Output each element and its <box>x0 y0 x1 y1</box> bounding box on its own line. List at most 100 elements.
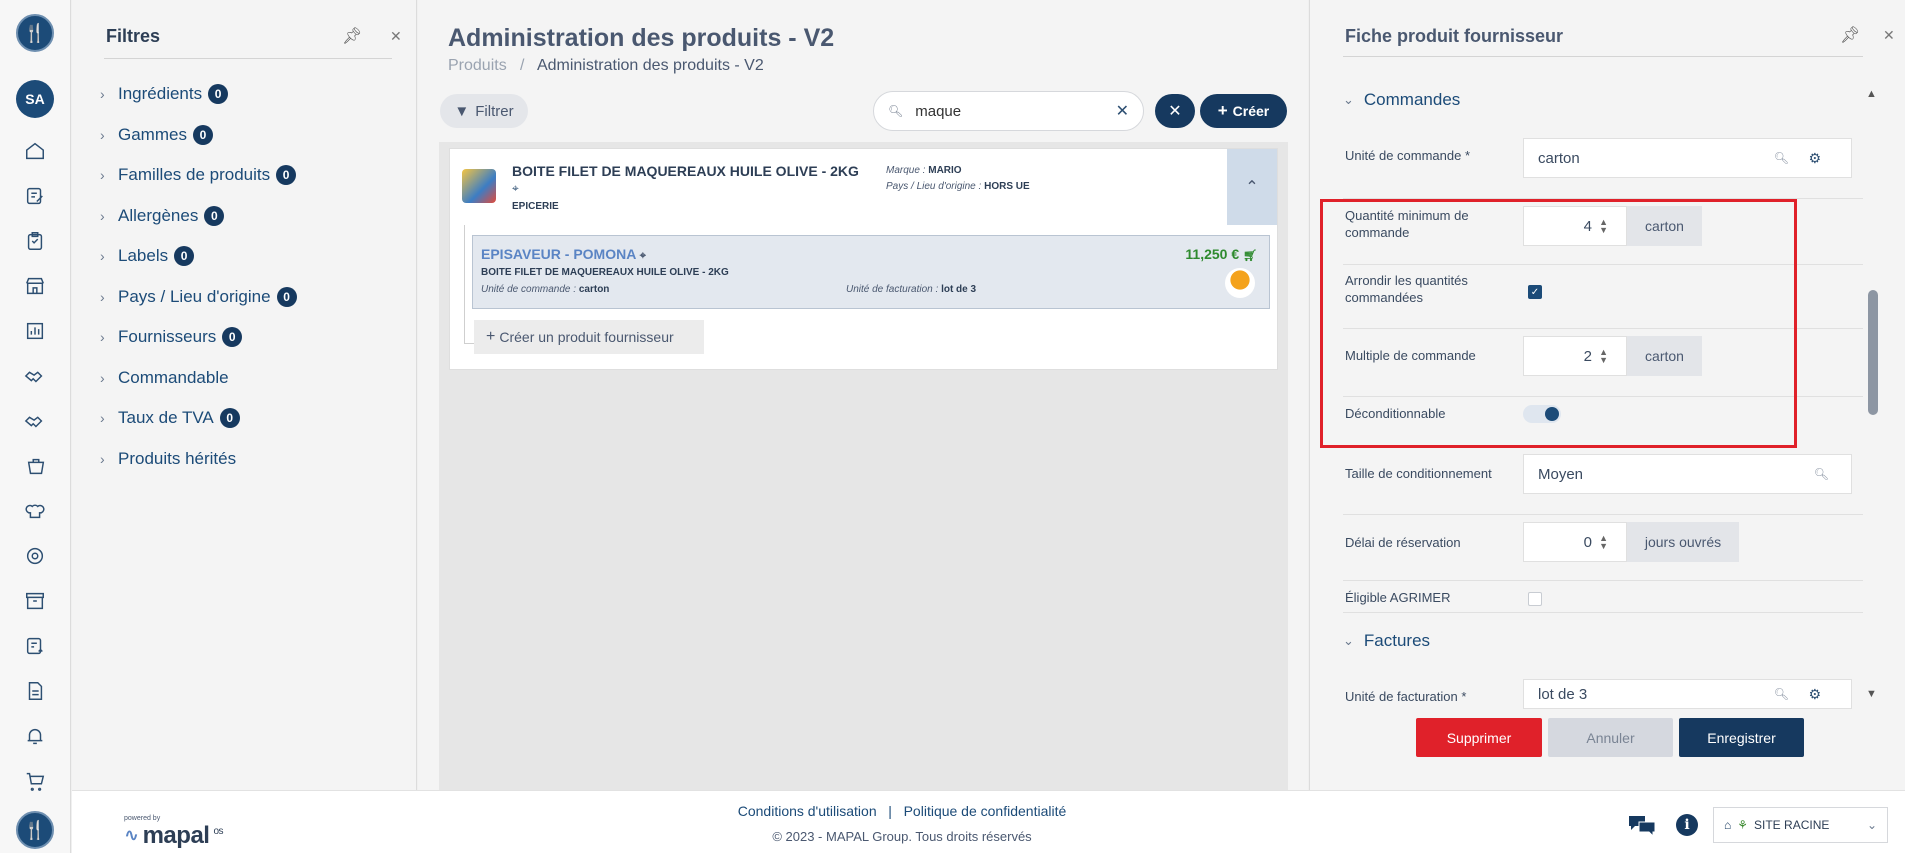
close-icon[interactable]: ✕ <box>1883 27 1895 44</box>
icon-rail: 🍴 SA 🍴 <box>0 0 71 853</box>
order-unit-label: Unité de commande * <box>1345 148 1471 163</box>
filter-item[interactable]: › Taux de TVA 0 <box>100 408 240 428</box>
filter-item[interactable]: › Produits hérités <box>100 449 236 469</box>
reservation-input[interactable]: 0 ▲ ▼ <box>1523 522 1627 562</box>
report-icon[interactable] <box>23 319 47 343</box>
gear-icon[interactable]: ⚙ <box>1808 686 1821 703</box>
location-pin-icon: ⌖ <box>512 181 519 195</box>
stepper-icon[interactable]: ▲ ▼ <box>1599 534 1608 551</box>
home-icon[interactable] <box>23 139 47 163</box>
section-orders[interactable]: ⌄ Commandes <box>1343 90 1460 110</box>
cart-icon[interactable] <box>23 769 47 793</box>
origin-value: HORS UE <box>984 181 1030 192</box>
product-card[interactable]: BOITE FILET DE MAQUEREAUX HUILE OLIVE - … <box>449 148 1278 370</box>
tree-connector-branch <box>464 343 474 344</box>
create-supplier-product-button[interactable]: + Créer un produit fournisseur <box>474 320 704 354</box>
chevron-down-icon: ⌄ <box>1343 92 1354 107</box>
user-avatar[interactable]: SA <box>16 80 54 118</box>
pin-icon[interactable]: 📌︎ <box>342 26 362 46</box>
billing-unit-input[interactable]: lot de 3 🔍︎ ⚙ <box>1523 679 1852 709</box>
filter-item-label: Produits hérités <box>118 448 237 468</box>
chevron-right-icon: › <box>100 248 105 264</box>
supplier-product-name: BOITE FILET DE MAQUEREAUX HUILE OLIVE - … <box>481 267 729 278</box>
gear-icon[interactable]: ⚙ <box>1808 150 1821 167</box>
brand-label: Marque : <box>886 165 926 176</box>
search-icon[interactable]: 🔍︎ <box>1774 687 1789 701</box>
product-name: BOITE FILET DE MAQUEREAUX HUILE OLIVE - … <box>512 163 859 179</box>
supplier-product-panel: Fiche produit fournisseur 📌︎ ✕ ⌄ Command… <box>1309 0 1905 790</box>
chevron-right-icon: › <box>100 410 105 426</box>
footer: powered by ∿ mapal os Conditions d'utilis… <box>72 790 1905 853</box>
pin-icon[interactable]: 📌︎ <box>1840 25 1860 45</box>
chat-icon[interactable] <box>1627 813 1657 837</box>
search-input[interactable] <box>915 102 1096 120</box>
search-icon: 🔍︎ <box>888 104 904 118</box>
cancel-button[interactable]: Annuler <box>1548 718 1673 757</box>
filter-item[interactable]: › Pays / Lieu d'origine 0 <box>100 286 297 307</box>
filter-item[interactable]: › Allergènes 0 <box>100 205 225 226</box>
supplier-billing-unit: Unité de facturation : lot de 3 <box>846 284 977 295</box>
supplier-price: 11,250 € 🛒︎ <box>1185 246 1257 262</box>
supplier-order-unit: Unité de commande : carton <box>481 284 610 295</box>
handshake-alt-icon[interactable] <box>23 409 47 433</box>
breadcrumb: Produits / Administration des produits -… <box>448 57 764 75</box>
settings-icon[interactable] <box>23 544 47 568</box>
save-button[interactable]: Enregistrer <box>1679 718 1804 757</box>
site-selector[interactable]: ⌂ ⚘ SITE RACINE ⌄ <box>1713 807 1888 843</box>
clear-search-icon[interactable]: ✕ <box>1116 101 1129 121</box>
chevron-right-icon: › <box>100 207 105 224</box>
search-field[interactable]: 🔍︎ ✕ <box>873 91 1144 131</box>
store-icon[interactable] <box>23 274 47 298</box>
chevron-right-icon: › <box>100 86 105 102</box>
search-icon[interactable]: 🔍︎ <box>1774 151 1789 165</box>
chef-hat-icon[interactable] <box>23 499 47 523</box>
app-logo-icon[interactable]: 🍴 <box>16 14 54 52</box>
filter-button[interactable]: ▼ Filtrer <box>440 94 528 128</box>
close-icon[interactable]: ✕ <box>390 28 402 45</box>
collapse-button[interactable]: ⌃ <box>1227 149 1277 225</box>
box-icon[interactable] <box>23 589 47 613</box>
bell-icon[interactable] <box>23 724 47 748</box>
chevron-up-icon: ⌃ <box>1245 179 1259 196</box>
supplier-product-row[interactable]: EPISAVEUR - POMONA ⌖ BOITE FILET DE MAQU… <box>472 235 1270 309</box>
handshake-icon[interactable] <box>23 364 47 388</box>
reset-button[interactable]: ✕ <box>1155 94 1195 128</box>
filter-count-badge: 0 <box>276 165 297 185</box>
filter-count-badge: 0 <box>174 246 195 266</box>
clipboard-icon[interactable] <box>23 229 47 253</box>
filter-item[interactable]: › Commandable <box>100 368 229 388</box>
chevron-right-icon: › <box>100 369 105 386</box>
create-button[interactable]: + Créer <box>1200 94 1287 128</box>
home-icon: ⌂ <box>1724 818 1732 832</box>
favorite-list-icon[interactable] <box>23 634 47 658</box>
filter-count-badge: 0 <box>219 408 240 428</box>
filter-item[interactable]: › Ingrédients 0 <box>100 84 229 104</box>
breadcrumb-root[interactable]: Produits <box>448 57 507 74</box>
filter-item[interactable]: › Labels 0 <box>100 246 195 266</box>
terms-link[interactable]: Conditions d'utilisation <box>738 803 877 819</box>
filter-item[interactable]: › Gammes 0 <box>100 124 213 145</box>
filter-item[interactable]: › Fournisseurs 0 <box>100 327 243 347</box>
brand-value: MARIO <box>928 165 962 176</box>
document-icon[interactable] <box>23 679 47 703</box>
section-invoices[interactable]: ⌄ Factures <box>1343 631 1430 651</box>
search-icon[interactable]: 🔍︎ <box>1814 467 1829 481</box>
filter-icon: ▼ <box>454 102 470 120</box>
scroll-up-icon[interactable]: ▲ <box>1866 88 1877 100</box>
agrimer-checkbox[interactable] <box>1528 592 1542 606</box>
app-logo-bottom-icon[interactable]: 🍴 <box>16 811 54 849</box>
delete-button[interactable]: Supprimer <box>1416 718 1542 757</box>
order-unit-input[interactable]: carton 🔍︎ ⚙ <box>1523 138 1852 178</box>
filter-item[interactable]: › Familles de produits 0 <box>100 165 297 185</box>
pack-size-input[interactable]: Moyen 🔍︎ <box>1523 454 1852 494</box>
edit-note-icon[interactable] <box>23 184 47 208</box>
filter-item-label: Allergènes <box>118 205 199 225</box>
info-icon[interactable]: i <box>1676 814 1698 836</box>
basket-icon[interactable] <box>0 454 71 478</box>
scroll-down-icon[interactable]: ▼ <box>1866 688 1877 700</box>
scrollbar-thumb[interactable] <box>1868 290 1878 415</box>
cart-icon: 🛒︎ <box>1243 250 1257 262</box>
copyright: © 2023 - MAPAL Group. Tous droits réserv… <box>772 829 1032 844</box>
privacy-link[interactable]: Politique de confidentialité <box>904 803 1067 819</box>
chevron-right-icon: › <box>100 288 105 305</box>
